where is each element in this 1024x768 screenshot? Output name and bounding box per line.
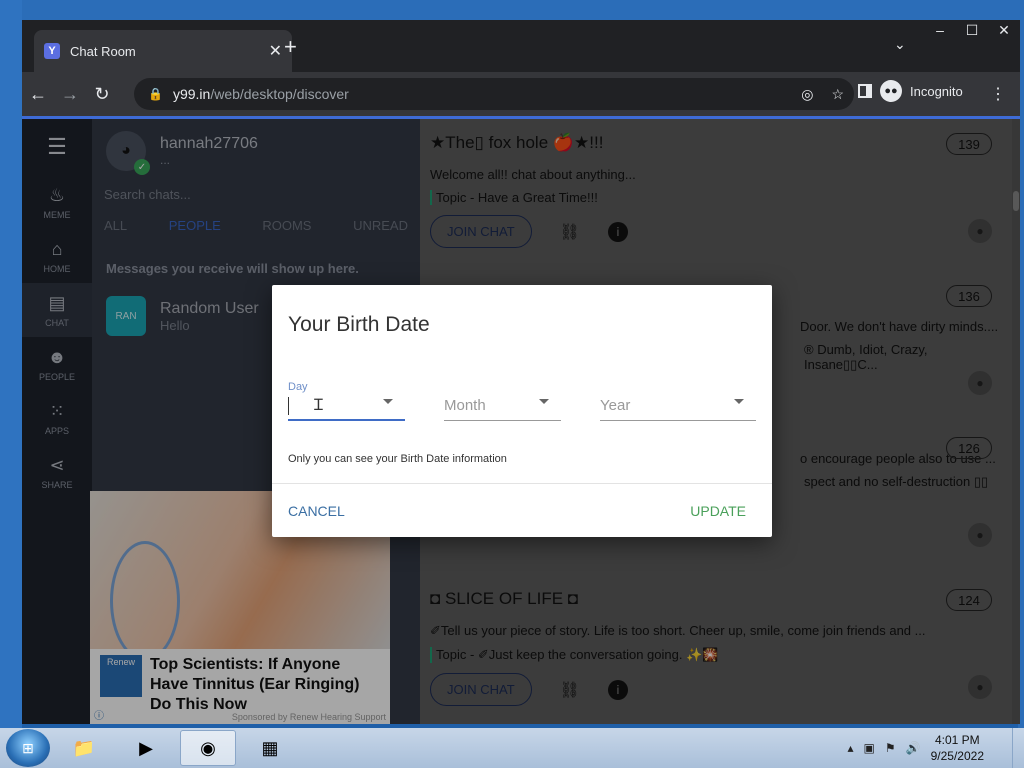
window-controls: – ☐ ✕ — [924, 20, 1020, 40]
address-bar[interactable]: 🔒 y99.in /web/desktop/discover ◎ ☆ — [134, 78, 854, 110]
volume-icon[interactable]: 🔊 — [906, 741, 921, 755]
birth-date-dialog: Your Birth Date Day Ɪ Month Year Only yo… — [272, 285, 772, 537]
close-window-icon[interactable]: ✕ — [988, 20, 1020, 40]
minimize-icon[interactable]: – — [924, 20, 956, 40]
windows-taskbar: ⊞ 📁 ▶ ◉ ▦ ▴ ▣ ⚑ 🔊 4:01 PM 9/25/2022 — [0, 728, 1024, 768]
incognito-icon: ●● — [880, 80, 902, 102]
tab-chat-room[interactable]: Y Chat Room ✕ — [34, 30, 292, 72]
new-tab-icon[interactable]: + — [284, 34, 297, 60]
clock-time: 4:01 PM — [934, 733, 980, 747]
media-player-icon[interactable]: ▶ — [118, 730, 174, 766]
browser-titlebar: Y Chat Room ✕ + ⌄ – ☐ ✕ — [22, 20, 1020, 72]
eye-off-icon[interactable]: ◎ — [801, 86, 813, 103]
day-select[interactable]: Day Ɪ — [288, 381, 405, 421]
y99-favicon-icon: Y — [44, 43, 60, 59]
back-arrow-icon[interactable]: ← — [22, 84, 54, 105]
forward-arrow-icon[interactable]: → — [54, 84, 86, 105]
clock-date: 9/25/2022 — [930, 749, 984, 763]
dropdown-arrow-icon[interactable] — [539, 399, 549, 404]
year-placeholder: Year — [600, 397, 631, 414]
incognito-indicator[interactable]: ●● Incognito — [880, 80, 963, 102]
dropdown-arrow-icon[interactable] — [734, 399, 744, 404]
address-bar-icons: ◎ ☆ — [801, 86, 844, 103]
chrome-icon[interactable]: ◉ — [180, 730, 236, 766]
network-icon[interactable]: ▣ — [864, 741, 875, 755]
control-panel-icon[interactable]: ▦ — [242, 730, 298, 766]
text-cursor — [288, 397, 289, 415]
bookmark-star-icon[interactable]: ☆ — [831, 86, 844, 103]
browser-window: Y Chat Room ✕ + ⌄ – ☐ ✕ ← → ↻ 🔒 y99.in /… — [22, 20, 1020, 724]
desktop-left-strip — [0, 0, 22, 728]
action-center-flag-icon[interactable]: ⚑ — [885, 741, 896, 755]
side-panel-icon[interactable] — [858, 84, 872, 98]
file-explorer-icon[interactable]: 📁 — [56, 730, 112, 766]
page-content: ☰ ♨ MEME ⌂ HOME ▤ CHAT ☻ PEOPLE ⁙ APPS ⋖… — [22, 119, 1020, 724]
browser-menu-icon[interactable]: ⋮ — [990, 84, 1006, 104]
dialog-divider — [272, 483, 772, 484]
maximize-icon[interactable]: ☐ — [956, 20, 988, 40]
update-button[interactable]: UPDATE — [690, 503, 746, 519]
month-placeholder: Month — [444, 397, 486, 414]
tab-title: Chat Room — [70, 43, 136, 59]
show-desktop-button[interactable] — [1012, 728, 1024, 768]
tab-search-chevron-icon[interactable]: ⌄ — [894, 36, 906, 53]
incognito-label: Incognito — [910, 83, 963, 99]
close-tab-icon[interactable]: ✕ — [269, 41, 282, 61]
url-path: /web/desktop/discover — [210, 86, 349, 102]
day-label: Day — [288, 381, 308, 393]
system-tray: ▴ ▣ ⚑ 🔊 4:01 PM 9/25/2022 — [848, 728, 984, 768]
privacy-note: Only you can see your Birth Date informa… — [288, 453, 507, 465]
browser-toolbar: ← → ↻ 🔒 y99.in /web/desktop/discover ◎ ☆… — [22, 72, 1020, 116]
cancel-button[interactable]: CANCEL — [288, 503, 345, 519]
tray-expand-icon[interactable]: ▴ — [848, 741, 854, 755]
clock[interactable]: 4:01 PM 9/25/2022 — [931, 732, 984, 764]
lock-icon[interactable]: 🔒 — [148, 87, 163, 101]
reload-icon[interactable]: ↻ — [86, 84, 118, 105]
month-select[interactable]: Month — [444, 381, 561, 421]
dialog-title: Your Birth Date — [288, 313, 430, 336]
year-select[interactable]: Year — [600, 381, 756, 421]
dropdown-arrow-icon[interactable] — [383, 399, 393, 404]
start-button-icon[interactable]: ⊞ — [6, 729, 50, 767]
desktop-background — [0, 0, 1024, 20]
url-host: y99.in — [172, 86, 211, 102]
ibeam-cursor-icon: Ɪ — [314, 397, 323, 414]
